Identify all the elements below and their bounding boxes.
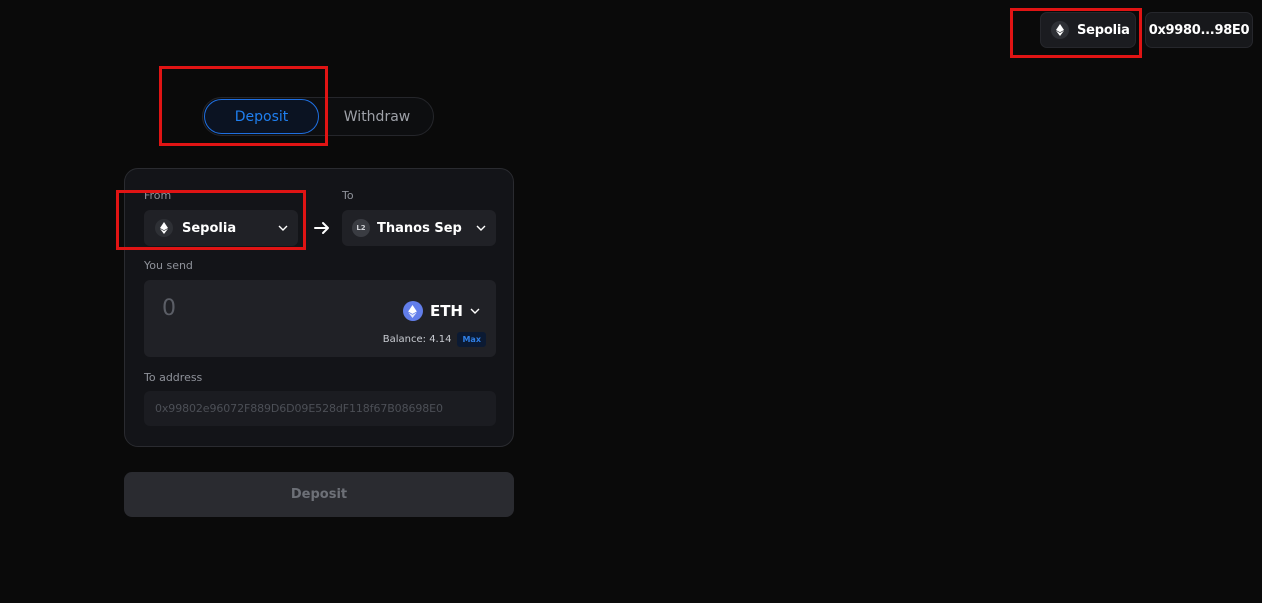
l2-badge-icon: L2 — [352, 219, 370, 237]
chevron-down-icon — [476, 225, 486, 231]
highlight-box-deposit-tab — [159, 66, 328, 146]
amount-panel: 0 ETH Balance: 4.14 Max — [144, 280, 496, 357]
tab-withdraw[interactable]: Withdraw — [323, 99, 431, 134]
to-address-placeholder: 0x99802e96072F889D6D09E528dF118f67B08698… — [155, 402, 443, 415]
token-select[interactable]: ETH — [402, 301, 480, 321]
deposit-submit-button[interactable]: Deposit — [124, 472, 514, 517]
eth-token-icon — [402, 301, 423, 321]
send-label: You send — [144, 259, 193, 272]
token-label: ETH — [429, 302, 463, 320]
to-label: To — [342, 189, 354, 202]
chevron-down-icon — [470, 308, 480, 314]
to-address-label: To address — [144, 371, 203, 384]
balance-row: Balance: 4.14 Max — [383, 332, 486, 347]
to-network-label: Thanos Sep — [377, 220, 462, 236]
arrow-right-icon — [308, 214, 336, 242]
wallet-address-button[interactable]: 0x9980...98E0 — [1145, 12, 1253, 48]
to-address-input[interactable]: 0x99802e96072F889D6D09E528dF118f67B08698… — [144, 391, 496, 426]
highlight-box-from-select — [116, 190, 306, 250]
balance-text: Balance: 4.14 — [382, 334, 452, 345]
to-network-select[interactable]: L2 Thanos Sep — [342, 210, 496, 246]
amount-input[interactable]: 0 — [162, 296, 176, 321]
wallet-address: 0x9980...98E0 — [1148, 22, 1250, 38]
highlight-box-network — [1010, 8, 1142, 58]
max-button[interactable]: Max — [457, 332, 486, 347]
